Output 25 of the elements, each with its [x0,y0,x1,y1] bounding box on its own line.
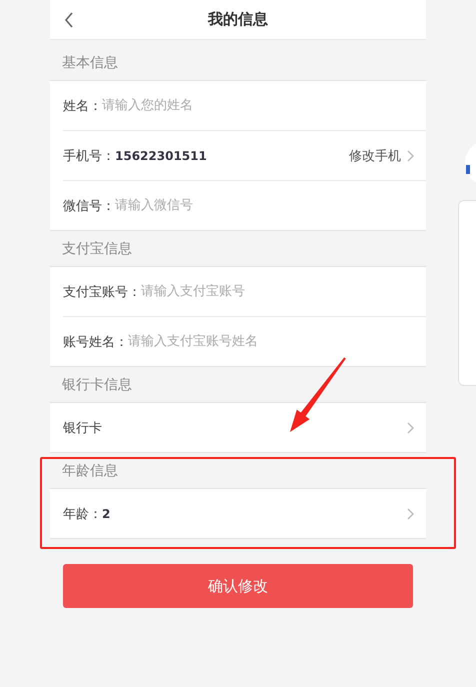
section-title: 年龄信息 [62,462,118,480]
chevron-right-icon[interactable] [407,150,414,162]
input-field[interactable]: 请输入支付宝账号姓名 [128,334,414,349]
confirm-button[interactable]: 确认修改 [63,564,413,608]
input-field[interactable]: 请输入您的姓名 [102,98,414,113]
badge-icon [466,165,470,174]
field-label: 支付宝账号： [63,284,141,300]
field-value: 2 [102,506,110,520]
back-icon[interactable] [64,12,74,28]
field-label: 账号姓名： [63,334,128,350]
field-label: 银行卡 [63,420,102,436]
chevron-right-icon[interactable] [407,508,414,520]
field-label: 姓名： [63,98,102,114]
field-label: 年龄： [63,506,102,522]
page-title: 我的信息 [208,10,268,29]
section-title: 支付宝信息 [62,240,132,258]
section-title: 基本信息 [62,54,118,72]
change-phone-link[interactable]: 修改手机 [349,146,401,164]
input-field[interactable]: 请输入支付宝账号 [141,284,414,299]
chevron-right-icon[interactable] [407,422,414,434]
field-value: 15622301511 [115,148,207,162]
section-title: 银行卡信息 [62,376,132,394]
field-label: 微信号： [63,198,115,214]
field-label: 手机号： [63,148,115,164]
input-field[interactable]: 请输入微信号 [115,198,414,213]
